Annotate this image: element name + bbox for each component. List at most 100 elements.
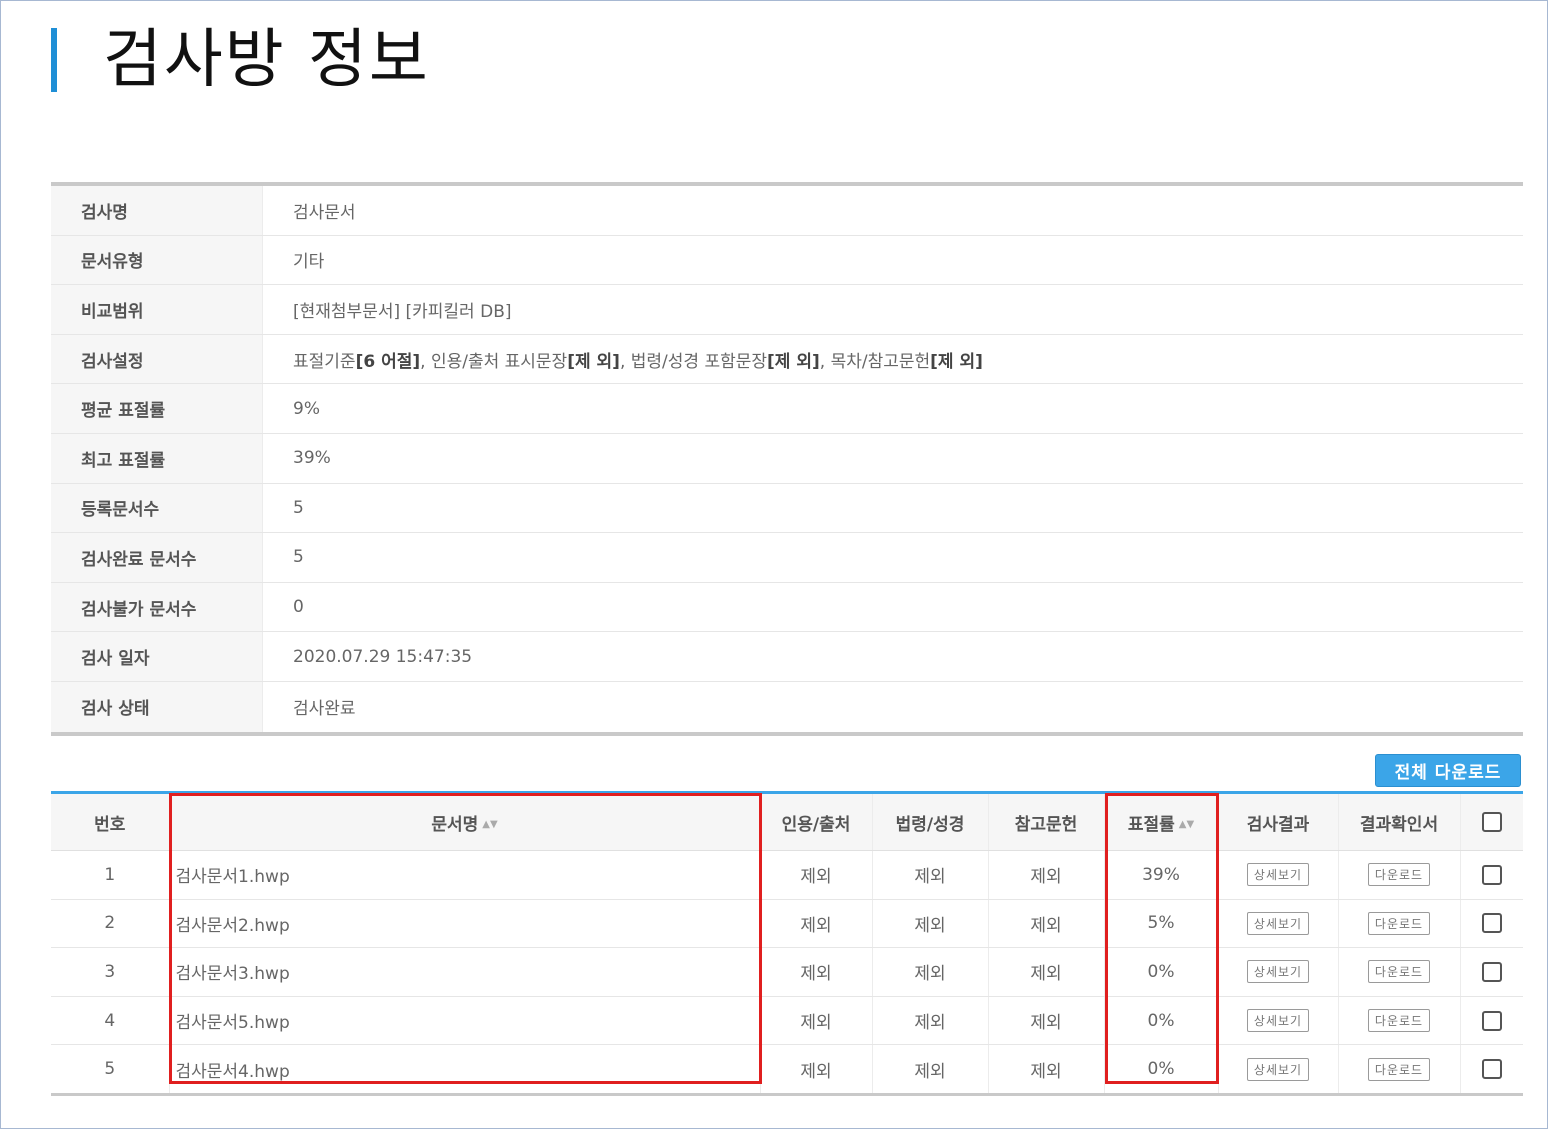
cell-law: 제외 [872,850,989,900]
download-certificate-button[interactable]: 다운로드 [1367,960,1431,984]
cell-law: 제외 [872,1044,989,1095]
cell-docname: 검사문서3.hwp [169,947,761,997]
cell-no: 2 [51,899,170,949]
cell-no: 5 [51,1044,170,1095]
cell-citation: 제외 [760,996,873,1046]
row-checkbox[interactable] [1481,913,1502,934]
info-value: 기타 [293,252,325,273]
sort-icon[interactable]: ▲▼ [1179,819,1194,829]
cell-result: 상세보기 [1218,850,1339,900]
cell-law: 제외 [872,947,989,997]
select-all-checkbox[interactable] [1481,812,1502,832]
row-checkbox[interactable] [1481,1010,1502,1031]
cell-reference: 제외 [988,899,1105,949]
results-header-row: 번호 문서명 ▲▼ 인용/출처 법령/성경 참고문헌 표절률 ▲▼ 검사결과 결과확… [51,792,1523,851]
info-label: 검사설정 [51,334,263,384]
col-header-citation: 인용/출처 [760,792,873,851]
info-label: 검사 일자 [51,632,263,681]
cell-rate: 0% [1104,1044,1219,1095]
col-header-law: 법령/성경 [872,792,989,851]
cell-select [1460,1045,1523,1095]
cell-reference: 제외 [988,1044,1105,1095]
info-value-settings: 표절기준 [6 어절], 인용/출처 표시문장 [제 외], 법령/성경 포함문… [263,335,1523,384]
info-row-document-type: 문서유형 기타 [51,235,1523,286]
view-detail-button[interactable]: 상세보기 [1246,911,1310,935]
info-value: 0 [293,597,304,618]
view-detail-button[interactable]: 상세보기 [1246,960,1310,984]
col-header-rate-label: 표절률 [1127,814,1175,835]
info-row-max-rate: 최고 표절률 39% [51,433,1523,484]
download-certificate-button[interactable]: 다운로드 [1367,911,1431,935]
info-label: 검사불가 문서수 [51,582,263,632]
info-value: 5 [293,497,304,518]
cell-rate: 0% [1104,996,1219,1046]
info-label: 등록문서수 [51,483,263,533]
info-row-failed-count: 검사불가 문서수 0 [51,582,1523,633]
row-checkbox[interactable] [1481,864,1502,885]
cell-rate: 39% [1104,850,1219,900]
info-row-inspection-settings: 검사설정 표절기준 [6 어절], 인용/출처 표시문장 [제 외], 법령/성… [51,334,1523,385]
download-certificate-button[interactable]: 다운로드 [1367,863,1431,887]
cell-select [1460,899,1523,949]
settings-bold: [6 어절] [355,351,421,372]
col-header-rate[interactable]: 표절률 ▲▼ [1104,792,1219,851]
download-all-button[interactable]: 전체 다운로드 [1375,754,1521,787]
col-header-select-all [1460,792,1523,851]
info-row-registered-count: 등록문서수 5 [51,483,1523,534]
cell-select [1460,996,1523,1046]
inspection-info-table: 검사명 검사문서 문서유형 기타 비교범위 [현재첨부문서] [카피킬러 DB]… [51,182,1523,736]
col-header-result: 검사결과 [1218,792,1339,851]
cell-law: 제외 [872,899,989,949]
cell-no: 1 [51,850,170,900]
info-value: 검사문서 [293,202,356,223]
view-detail-button[interactable]: 상세보기 [1246,1057,1310,1081]
row-checkbox[interactable] [1481,961,1502,982]
download-certificate-button[interactable]: 다운로드 [1367,1009,1431,1033]
settings-text: 표절기준 [293,351,356,372]
cell-reference: 제외 [988,947,1105,997]
settings-text: , 목차/참고문헌 [819,351,931,372]
cell-certificate: 다운로드 [1338,996,1461,1046]
col-header-reference: 참고문헌 [988,792,1105,851]
table-row: 5 검사문서4.hwp 제외 제외 제외 0% 상세보기 다운로드 [51,1044,1523,1095]
info-value: 검사완료 [293,699,356,720]
cell-certificate: 다운로드 [1338,1044,1461,1095]
view-detail-button[interactable]: 상세보기 [1246,1009,1310,1033]
results-table: 번호 문서명 ▲▼ 인용/출처 법령/성경 참고문헌 표절률 ▲▼ 검사결과 결과확… [51,791,1523,1096]
cell-result: 상세보기 [1218,947,1339,997]
info-row-inspection-name: 검사명 검사문서 [51,186,1523,236]
cell-docname: 검사문서4.hwp [169,1044,761,1095]
cell-select [1460,850,1523,900]
info-label: 검사명 [51,186,263,235]
table-row: 3 검사문서3.hwp 제외 제외 제외 0% 상세보기 다운로드 [51,947,1523,997]
info-label: 검사완료 문서수 [51,533,263,582]
row-checkbox[interactable] [1481,1059,1502,1080]
settings-bold: [제 외] [567,351,620,372]
table-row: 4 검사문서5.hwp 제외 제외 제외 0% 상세보기 다운로드 [51,996,1523,1046]
settings-bold: [제 외] [767,351,820,372]
cell-law: 제외 [872,996,989,1046]
info-value: [현재첨부문서] [카피킬러 DB] [293,301,512,322]
info-row-completed-count: 검사완료 문서수 5 [51,533,1523,583]
info-row-comparison-scope: 비교범위 [현재첨부문서] [카피킬러 DB] [51,285,1523,335]
cell-no: 4 [51,996,170,1046]
info-label: 비교범위 [51,285,263,334]
sort-icon[interactable]: ▲▼ [482,819,497,829]
col-header-certificate: 결과확인서 [1338,792,1461,851]
download-certificate-button[interactable]: 다운로드 [1367,1057,1431,1081]
view-detail-button[interactable]: 상세보기 [1246,863,1310,887]
cell-no: 3 [51,947,170,997]
info-row-average-rate: 평균 표절률 9% [51,384,1523,434]
title-accent-bar [51,28,57,92]
col-header-docname[interactable]: 문서명 ▲▼ [169,792,761,851]
info-row-inspection-status: 검사 상태 검사완료 [51,681,1523,732]
info-label: 평균 표절률 [51,384,263,433]
cell-rate: 5% [1104,899,1219,949]
info-label: 문서유형 [51,235,263,285]
cell-result: 상세보기 [1218,996,1339,1046]
cell-certificate: 다운로드 [1338,899,1461,949]
info-value: 9% [293,398,320,419]
info-value: 5 [293,547,304,568]
col-header-no: 번호 [51,792,170,851]
cell-citation: 제외 [760,850,873,900]
